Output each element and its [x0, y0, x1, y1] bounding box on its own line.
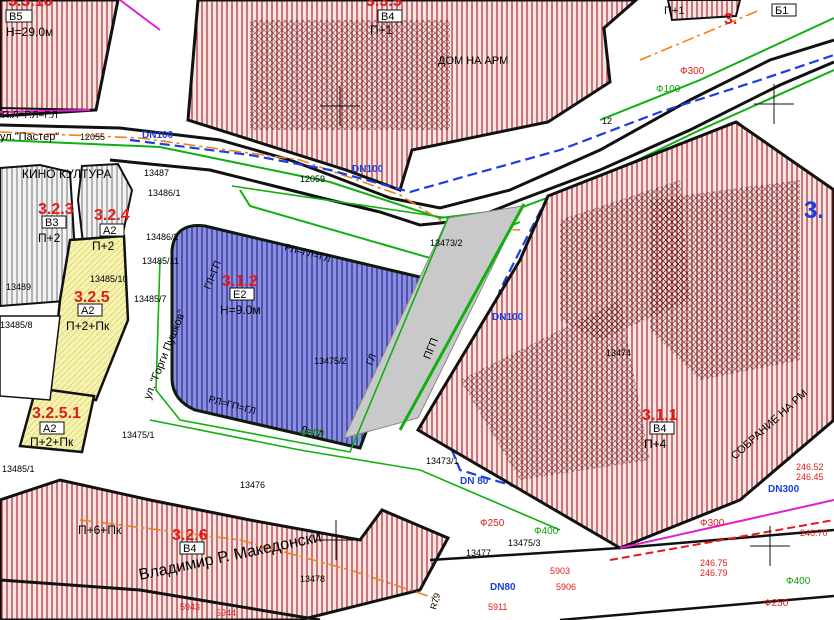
parcel-13473-2: 13473/2 — [430, 238, 463, 248]
zone-type-3-2-3: В3 — [45, 217, 58, 229]
parcel-13485-1: 13485/1 — [2, 464, 35, 474]
zone-type-3-2-5-1: А2 — [43, 423, 56, 435]
plan-labels: 3.3.10 В5 H=29.0м 3.3.5 В4 П+1 3. Б1 П+1… — [0, 0, 828, 618]
parcel-13485-8: 13485/8 — [0, 320, 33, 330]
zone-height-3-2-3: П+2 — [38, 231, 61, 245]
zone-code-top-right: 3. — [724, 11, 737, 28]
parcel-13476: 13476 — [240, 480, 265, 490]
pipe-label-13: Ф100 — [656, 84, 681, 95]
zone-code-3-2-5: 3.2.5 — [74, 289, 110, 306]
pipe-label-14: Ф300 — [700, 518, 725, 529]
reg-line-3: РЛ=ГП=ГЛ — [207, 394, 257, 417]
zone-height-3-2-6: П+6+Пк — [78, 523, 122, 537]
parcel-13487: 13487 — [144, 168, 169, 178]
elevation-4: 246.79 — [700, 568, 728, 578]
zone-type-top-left: В5 — [9, 11, 22, 23]
elevation-1: 246.52 — [796, 462, 824, 472]
zone-type-top-right: Б1 — [775, 5, 788, 17]
reg-line-1: РЛ=ГЛ=ГЛ — [283, 242, 331, 265]
zone-height-3-1-2: H=9.0м — [220, 303, 261, 317]
pipe-label-3: DN100 — [492, 312, 524, 323]
zone-code-3-2-6: 3.2.6 — [172, 527, 208, 544]
street-pgp: ПГП — [422, 336, 441, 361]
zone-height-top-center: П+1 — [370, 23, 393, 37]
pipe-label-12: Ф400 — [786, 576, 811, 587]
misc-5944: 5944 — [216, 608, 236, 618]
zone-code-3-1-1: 3.1.1 — [642, 407, 678, 424]
pipe-label-6: DN80 — [490, 582, 516, 593]
pipe-label-11: Ф250 — [764, 598, 789, 609]
zone-height-top-right: П+1 — [664, 5, 684, 17]
pipe-label-9: Ф300 — [680, 66, 705, 77]
parcel-13474: 13474 — [606, 348, 631, 358]
pipe-label-7: Ф400 — [300, 428, 325, 439]
misc-12: 12 — [602, 116, 612, 126]
zone-code-3-1-2: 3.1.2 — [222, 273, 258, 290]
zone-code-top-left: 3.3.10 — [8, 0, 53, 10]
elevation-2: 246.45 — [796, 472, 824, 482]
parcel-12055: 12055 — [80, 132, 105, 142]
parcel-13473-1: 13473/1 — [426, 456, 459, 466]
street-vladimir-makedonski: Владимир Р. Македонски — [137, 529, 323, 584]
building-name-dom-na-arm: ДОМ НА АРМ — [438, 55, 508, 67]
zone-code-3-2-4: 3.2.4 — [94, 207, 130, 224]
misc-5903: 5903 — [550, 566, 570, 576]
zone-height-3-2-5-1: П+2+Пк — [30, 435, 74, 449]
zone-height-3-1-1: П+4 — [644, 437, 667, 451]
zone-code-3-2-5-1: 3.2.5.1 — [32, 405, 81, 422]
zone-height-3-2-4: П+2 — [92, 239, 115, 253]
parcel-13486-2: 13486/2 — [146, 232, 179, 242]
radius-label: R79 — [428, 592, 442, 611]
parcel-13477: 13477 — [466, 548, 491, 558]
zone-type-3-2-4: А2 — [103, 225, 116, 237]
zone-height-3-2-5: П+2+Пк — [66, 319, 110, 333]
pipe-label-5: DN300 — [768, 484, 800, 495]
zone-code-top-center: 3.3.5 — [366, 0, 402, 10]
building-name-sobranie: СОБРАНИЕ НА РМ — [729, 387, 810, 462]
urban-plan-map[interactable]: 3.3.10 В5 H=29.0м 3.3.5 В4 П+1 3. Б1 П+1… — [0, 0, 834, 620]
pipe-label-4: DN 80 — [460, 476, 489, 487]
reg-line-5: П.Л=Р.Л=Г.Л — [2, 110, 58, 121]
parcel-13475-2: 13475/2 — [314, 356, 347, 366]
pipe-label-8: Ф400 — [534, 526, 559, 537]
parcel-13475-3: 13475/3 — [508, 538, 541, 548]
zone-type-3-2-5: А2 — [81, 305, 94, 317]
zone-code-right-edge: 3. — [804, 197, 824, 224]
misc-5906: 5906 — [556, 582, 576, 592]
parcel-13475-1: 13475/1 — [122, 430, 155, 440]
misc-5911: 5911 — [488, 602, 507, 612]
parcel-12059: 12059 — [300, 174, 325, 184]
elevation-3: 246.75 — [700, 558, 728, 568]
parcel-13478: 13478 — [300, 574, 325, 584]
zone-code-3-2-3: 3.2.3 — [38, 201, 74, 218]
zone-type-3-1-1: В4 — [653, 423, 666, 435]
zone-type-top-center: В4 — [381, 11, 394, 23]
pipe-label-2: DN100 — [352, 164, 384, 175]
zone-height-top-left: H=29.0м — [6, 25, 53, 39]
parcel-13485-11: 13485/11 — [142, 256, 179, 266]
zone-type-3-1-2: Е2 — [233, 289, 246, 301]
misc-5943: 5943 — [180, 602, 200, 612]
zone-type-3-2-6: В4 — [183, 543, 196, 555]
reg-line-2: ГЛ=ГП — [203, 259, 224, 291]
elevation-5: 246.70 — [800, 528, 828, 538]
parcel-13489: 13489 — [6, 282, 31, 292]
parcel-13485-10: 13485/10 — [90, 274, 128, 284]
pipe-label-10: Ф250 — [480, 518, 505, 529]
parcel-13485-7: 13485/7 — [134, 294, 167, 304]
pipe-label-1: DN100 — [142, 130, 174, 141]
parcel-13486-1: 13486/1 — [148, 188, 181, 198]
street-paster: ул."Пастер" — [0, 131, 59, 143]
building-name-kino-kultura: КИНО КУЛТУРА — [22, 167, 111, 181]
street-gorgi-pushkov: ул. "Горги Пушков" — [142, 308, 189, 401]
reg-line-4: ГЛ — [365, 352, 379, 367]
